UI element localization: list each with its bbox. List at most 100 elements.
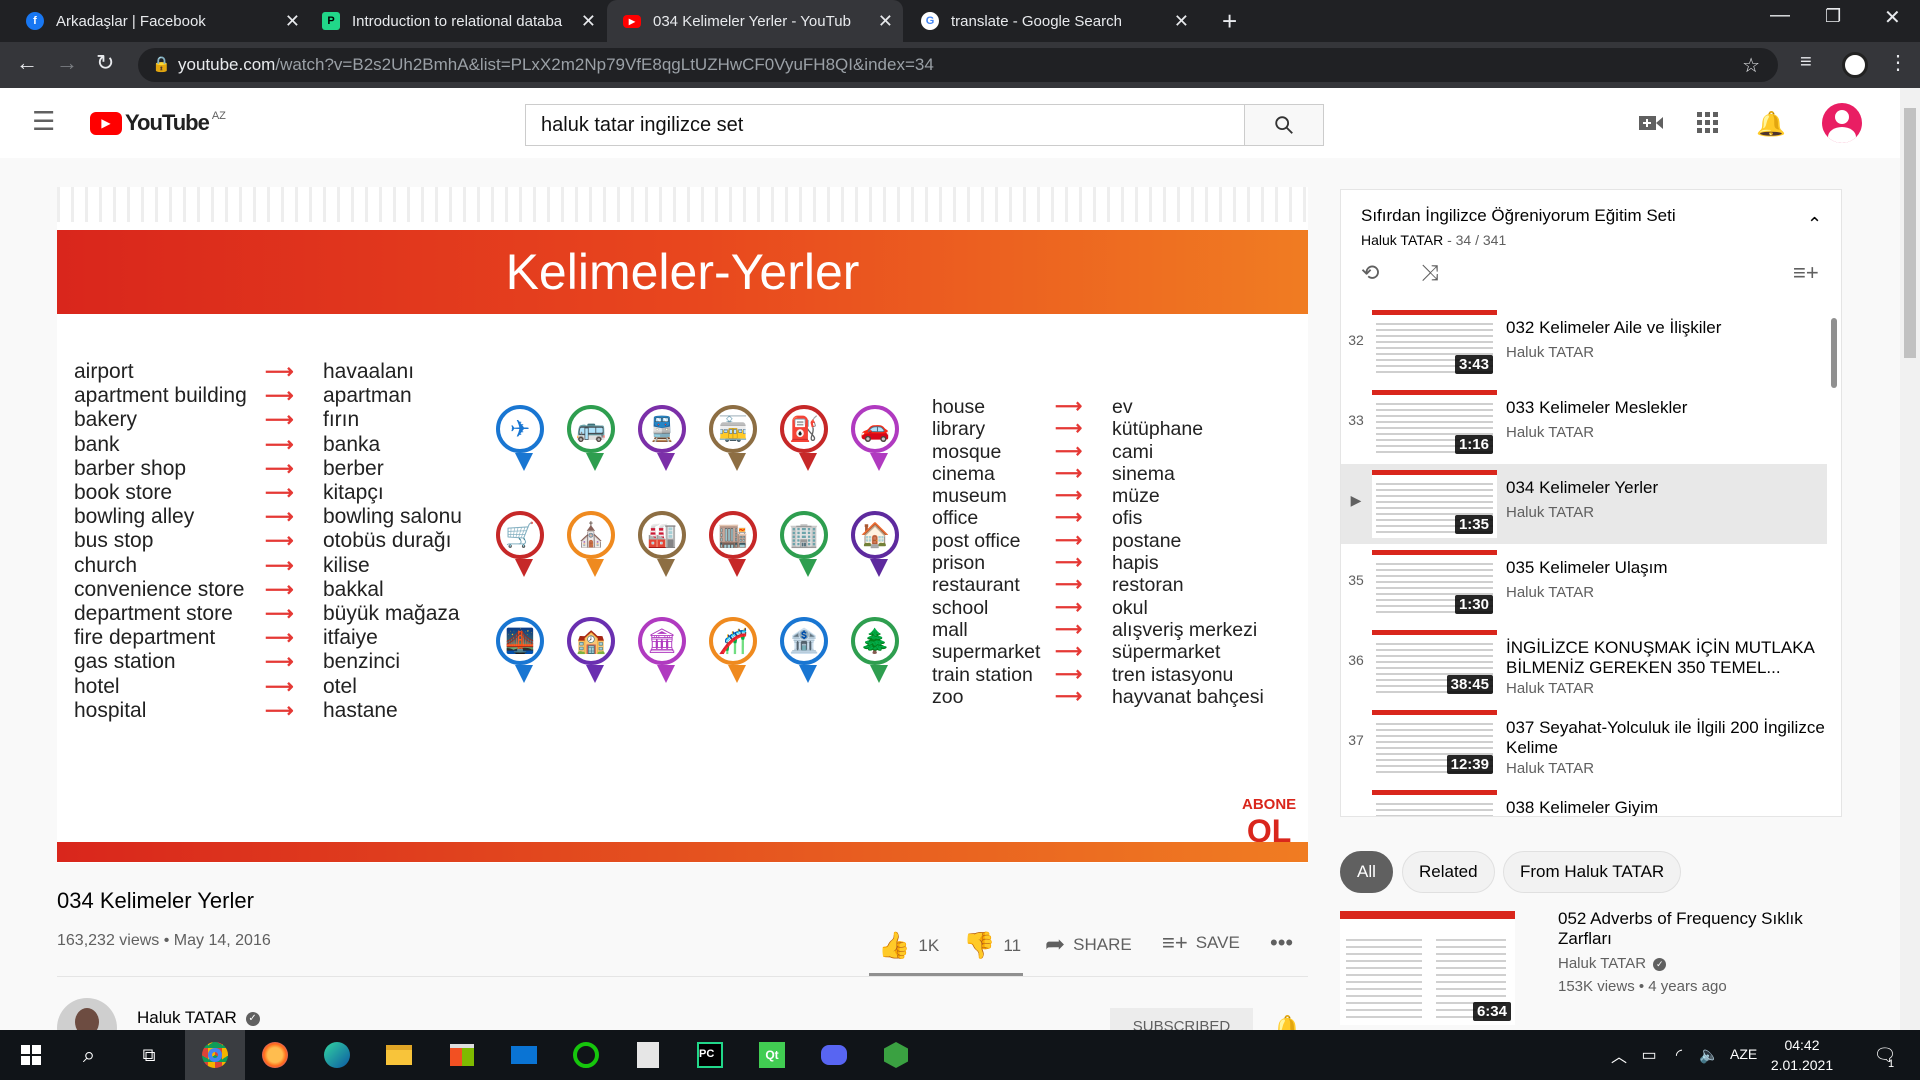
channel-name[interactable]: Haluk TATAR ✓ (137, 1008, 260, 1028)
back-icon[interactable]: ← (16, 50, 38, 76)
minimize-icon[interactable]: — (1770, 4, 1790, 27)
input-language[interactable]: AZE (1730, 1046, 1757, 1062)
qt-icon[interactable]: Qt (755, 1038, 789, 1072)
video-views-date: 163,232 views • May 14, 2016 (57, 932, 271, 949)
turkish-word: alışveriş merkezi (1112, 618, 1258, 641)
tab-facebook[interactable]: f Arkadaşlar | Facebook ✕ (14, 0, 310, 42)
playlist-item[interactable]: 35 1:30 035 Kelimeler Ulaşım Haluk TATAR (1341, 544, 1827, 624)
playlist-item-index: 35 (1348, 572, 1364, 588)
system-clock[interactable]: 04:42 2.01.2021 (1762, 1035, 1842, 1075)
tab-title: translate - Google Search (951, 12, 1122, 30)
close-tab-icon[interactable]: ✕ (581, 11, 596, 32)
red-arrow-icon: ⟶ (265, 361, 294, 383)
playlist-item[interactable]: 33 1:16 033 Kelimeler Meslekler Haluk TATAR (1341, 384, 1827, 464)
video-player[interactable]: Kelimeler-Yerler airport apartment buildi… (57, 187, 1308, 863)
red-arrow-icon: ⟶ (1055, 685, 1083, 707)
firefox-icon[interactable] (258, 1038, 292, 1072)
windows-start-icon[interactable] (14, 1038, 48, 1072)
profile-avatar-icon[interactable] (1842, 52, 1868, 78)
file-explorer-icon[interactable] (382, 1038, 416, 1072)
wifi-icon[interactable]: ◜ (1662, 1038, 1696, 1072)
dislike-button[interactable]: 👎 11 (963, 930, 1021, 961)
reload-icon[interactable]: ↻ (96, 50, 114, 76)
loop-icon[interactable]: ⟲ (1361, 260, 1379, 286)
restore-icon[interactable]: ❐ (1825, 6, 1841, 27)
playlist-item[interactable]: 32 3:43 032 Kelimeler Aile ve İlişkiler Hal… (1341, 304, 1827, 384)
new-tab-icon[interactable]: + (1222, 6, 1237, 37)
close-tab-icon[interactable]: ✕ (878, 11, 893, 32)
recommended-thumbnail[interactable]: Adverbs of Frequency (Sıklık Zarfları) 6… (1340, 911, 1515, 1025)
tab-youtube[interactable]: ▶ 034 Kelimeler Yerler - YouTub ✕ (607, 0, 903, 42)
battery-icon[interactable]: ▭ (1632, 1038, 1666, 1072)
forward-icon[interactable]: → (56, 50, 78, 76)
hexagon-app-icon[interactable] (879, 1038, 913, 1072)
task-view-icon[interactable]: ⧉ (132, 1038, 166, 1072)
page-scrollbar[interactable] (1900, 88, 1920, 1030)
create-video-icon[interactable] (1638, 112, 1664, 139)
turkish-word: berber (323, 456, 384, 480)
chip-related[interactable]: Related (1402, 851, 1495, 893)
bridge-pin-icon: 🌉 (496, 617, 544, 683)
taskbar-chrome[interactable] (185, 1030, 245, 1080)
chip-from-channel[interactable]: From Haluk TATAR (1503, 851, 1682, 893)
show-hidden-icons-chevron-icon[interactable]: ︿ (1602, 1038, 1636, 1072)
save-button[interactable]: ≡+ SAVE (1162, 930, 1240, 956)
train-pin-icon: 🚆 (638, 405, 686, 471)
red-arrow-icon: ⟶ (265, 603, 294, 626)
search-icon[interactable]: ⌕ (72, 1038, 106, 1072)
recommended-channel[interactable]: Haluk TATAR ✓ (1558, 955, 1667, 972)
playlist-scrollbar[interactable] (1831, 318, 1837, 388)
turkish-word: apartman (323, 384, 412, 408)
playlist-item-thumbnail: 1:16 (1372, 390, 1497, 458)
collapse-chevron-icon[interactable]: ⌃ (1807, 214, 1822, 235)
document-icon[interactable] (631, 1038, 665, 1072)
close-window-icon[interactable]: ✕ (1884, 5, 1901, 30)
spotify-like-icon[interactable] (569, 1038, 603, 1072)
thumbs-up-icon: 👍 (878, 930, 911, 960)
store-icon[interactable] (445, 1038, 479, 1072)
reading-list-icon[interactable]: ≡ (1800, 51, 1812, 74)
chip-all[interactable]: All (1340, 851, 1393, 893)
youtube-logo[interactable]: ▶ YouTube AZ (90, 110, 226, 136)
turkish-word: kitapçı (323, 481, 384, 505)
like-button[interactable]: 👍 1K (878, 930, 939, 961)
apps-grid-icon[interactable] (1697, 112, 1719, 139)
playlist-owner[interactable]: Haluk TATAR (1361, 232, 1443, 248)
share-button[interactable]: ➦ SHARE (1045, 930, 1132, 959)
hamburger-menu-icon[interactable]: ☰ (32, 108, 55, 134)
tab-google-search[interactable]: G translate - Google Search ✕ (903, 0, 1199, 42)
playlist-item[interactable]: ▶ 1:35 034 Kelimeler Yerler Haluk TATAR (1341, 464, 1827, 544)
pycharm-taskbar-icon[interactable]: PC (693, 1038, 727, 1072)
more-actions-icon[interactable]: ••• (1270, 930, 1293, 956)
playlist-panel: Sıfırdan İngilizce Öğreniyorum Eğitim Se… (1340, 189, 1842, 817)
tab-relational-databases[interactable]: P Introduction to relational databa ✕ (310, 0, 606, 42)
edge-icon[interactable] (320, 1038, 354, 1072)
notifications-bell-icon[interactable]: 🔔 (1756, 110, 1786, 139)
region-code: AZ (211, 110, 226, 122)
page-scrollbar-thumb[interactable] (1904, 108, 1916, 358)
action-center-icon[interactable]: 🗨 (1868, 1038, 1902, 1072)
mail-icon[interactable] (507, 1038, 541, 1072)
recommended-title[interactable]: 052 Adverbs of Frequency Sıklık Zarfları (1558, 909, 1848, 949)
playlist-title[interactable]: Sıfırdan İngilizce Öğreniyorum Eğitim Se… (1361, 206, 1676, 226)
playlist-item[interactable]: 36 38:45 İNGİLİZCE KONUŞMAK İÇİN MUTLAKA B… (1341, 624, 1827, 704)
close-tab-icon[interactable]: ✕ (285, 11, 300, 32)
discord-icon[interactable] (817, 1038, 851, 1072)
divider (57, 976, 1308, 977)
red-arrow-icon: ⟶ (1055, 440, 1083, 462)
shuffle-icon[interactable]: ⤨ (1421, 260, 1439, 286)
bookmark-star-icon[interactable]: ☆ (1742, 53, 1760, 78)
volume-icon[interactable]: 🔈 (1692, 1038, 1726, 1072)
playlist-menu-icon[interactable]: ≡+ (1793, 260, 1819, 286)
close-tab-icon[interactable]: ✕ (1174, 11, 1189, 32)
chrome-menu-icon[interactable]: ⋮ (1888, 50, 1908, 75)
turkish-word: büyük mağaza (323, 602, 460, 626)
playlist-item[interactable]: 37 12:39 037 Seyahat-Yolculuk ile İlgili 2… (1341, 704, 1827, 784)
search-input[interactable]: haluk tatar ingilizce set (525, 104, 1245, 146)
turkish-word: benzinci (323, 650, 401, 674)
account-avatar[interactable] (1822, 103, 1862, 143)
playlist-item[interactable]: 038 Kelimeler Giyim (1341, 784, 1827, 816)
english-word: airport (74, 360, 134, 383)
address-bar[interactable]: 🔒 youtube.com/watch?v=B2s2Uh2BmhA&list=P… (138, 48, 1778, 82)
search-button[interactable] (1244, 104, 1324, 146)
